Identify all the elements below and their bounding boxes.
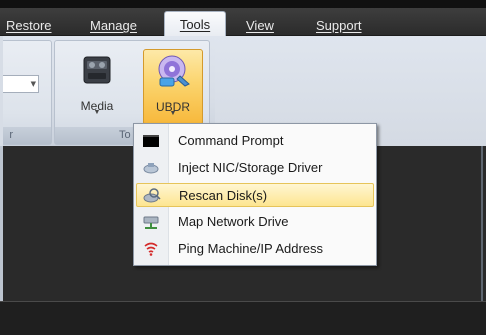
- menu-item-label: Rescan Disk(s): [179, 188, 268, 203]
- chevron-down-icon: ▼: [169, 110, 177, 117]
- chevron-down-icon: ▼: [93, 109, 101, 116]
- tab-restore[interactable]: Restore: [6, 17, 52, 36]
- ping-icon: [142, 241, 160, 257]
- menu-item-inject-driver[interactable]: Inject NIC/Storage Driver: [136, 156, 374, 180]
- menu-item-rescan-disks[interactable]: Rescan Disk(s): [136, 183, 374, 207]
- tools-dropdown-menu: Command Prompt Inject NIC/Storage Driver…: [133, 123, 377, 266]
- menu-item-ping[interactable]: Ping Machine/IP Address: [136, 237, 374, 261]
- ribbon-group-left: ▼ r: [0, 40, 52, 145]
- menu-item-label: Inject NIC/Storage Driver: [178, 160, 323, 175]
- bottom-bar: [0, 301, 486, 335]
- group-caption-left: r: [0, 127, 51, 144]
- tab-view[interactable]: View: [246, 17, 274, 36]
- tab-support[interactable]: Support: [316, 17, 362, 36]
- rescan-disk-icon: [143, 188, 161, 204]
- media-drive-icon: [79, 53, 115, 85]
- media-button[interactable]: Media ▼: [67, 49, 127, 125]
- tab-manage[interactable]: Manage: [90, 17, 137, 36]
- ubdr-button[interactable]: UBDR ▼: [143, 49, 203, 125]
- left-frame-edge-lower: [0, 146, 3, 301]
- menu-item-label: Map Network Drive: [178, 214, 289, 229]
- ribbon-dropdown[interactable]: ▼: [1, 75, 39, 93]
- menu-item-label: Ping Machine/IP Address: [178, 241, 324, 256]
- chevron-down-icon: ▼: [30, 80, 36, 88]
- driver-icon: [142, 160, 160, 176]
- menu-item-command-prompt[interactable]: Command Prompt: [136, 129, 374, 153]
- ubdr-disc-icon: [156, 54, 192, 87]
- network-drive-icon: [142, 214, 160, 230]
- menu-item-label: Command Prompt: [178, 133, 284, 148]
- command-prompt-icon: [142, 133, 160, 149]
- application-window: Restore Manage Tools View Support ▼ r Me…: [0, 0, 486, 335]
- menu-tab-bar: Restore Manage Tools View Support: [0, 8, 486, 38]
- menu-item-map-network-drive[interactable]: Map Network Drive: [136, 210, 374, 234]
- tab-tools[interactable]: Tools: [164, 11, 226, 38]
- window-top-edge: [0, 0, 486, 8]
